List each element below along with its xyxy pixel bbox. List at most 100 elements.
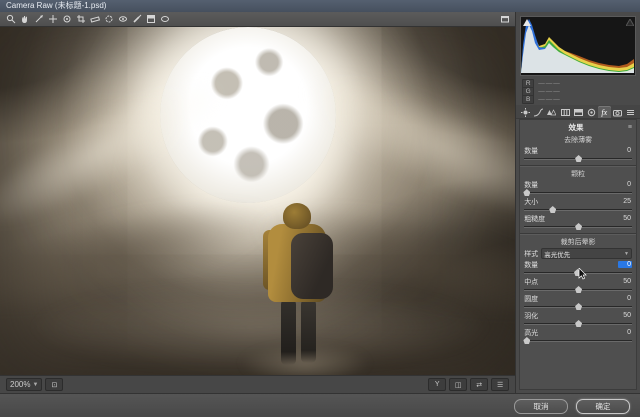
panel-menu-icon[interactable]: ≡ <box>628 124 632 131</box>
slider-value[interactable]: 50 <box>618 215 632 222</box>
slider-vignette-highlights: 高光 0 <box>524 328 632 344</box>
crop-tool-icon[interactable] <box>74 13 87 25</box>
toolbar <box>0 12 515 27</box>
tab-effects[interactable]: fx <box>598 106 611 118</box>
ok-button[interactable]: 确定 <box>576 399 630 414</box>
slider-value[interactable]: 25 <box>618 198 632 205</box>
zoom-fit-button[interactable]: ⊡ <box>45 378 63 391</box>
slider-vignette-roundness: 圆度 0 <box>524 294 632 310</box>
slider-thumb[interactable] <box>523 189 530 196</box>
slider-label: 数量 <box>524 146 538 156</box>
slider-track[interactable] <box>524 269 632 276</box>
slider-thumb[interactable] <box>549 206 556 213</box>
cancel-button[interactable]: 取消 <box>514 399 568 414</box>
highlight-clipping-icon[interactable] <box>625 18 634 26</box>
tab-hsl-grayscale[interactable] <box>558 106 571 118</box>
vignette-style-row: 样式 高光优先 ▼ <box>524 248 632 259</box>
zoom-tool-icon[interactable] <box>4 13 17 25</box>
slider-thumb[interactable] <box>575 155 582 162</box>
rgb-readout: R ——— G ——— B ——— <box>516 78 640 105</box>
slider-label: 大小 <box>524 197 538 207</box>
person-leg <box>281 299 296 365</box>
slider-label: 圆度 <box>524 294 538 304</box>
zoom-level-select[interactable]: 200% ▼ <box>6 378 42 391</box>
person-hood <box>283 203 311 229</box>
person-backpack <box>291 233 333 299</box>
slider-track[interactable] <box>524 155 632 162</box>
preview-swap-button[interactable]: ⇄ <box>470 378 488 391</box>
person-leg <box>301 299 316 363</box>
g-value: ——— <box>538 88 561 95</box>
slider-grain-amount: 数量 0 <box>524 180 632 196</box>
slider-thumb[interactable] <box>575 223 582 230</box>
radial-filter-tool-icon[interactable] <box>158 13 171 25</box>
slider-track[interactable] <box>524 286 632 293</box>
red-eye-tool-icon[interactable] <box>116 13 129 25</box>
white-balance-tool-icon[interactable] <box>32 13 45 25</box>
dialog-footer: 取消 确定 <box>0 393 640 417</box>
preview-split-button[interactable]: ◫ <box>449 378 467 391</box>
r-value: ——— <box>538 80 561 87</box>
shadow-clipping-icon[interactable] <box>522 18 531 26</box>
tab-tone-curve[interactable] <box>532 106 545 118</box>
slider-value[interactable]: 0 <box>618 329 632 336</box>
preview-settings-button[interactable]: ☰ <box>491 378 509 391</box>
b-label: B <box>522 95 534 104</box>
slider-vignette-amount: 数量 0 <box>524 260 632 276</box>
image-preview[interactable] <box>0 27 515 375</box>
slider-label: 高光 <box>524 328 538 338</box>
graduated-filter-tool-icon[interactable] <box>144 13 157 25</box>
preview-cycle-label: Y <box>435 381 440 388</box>
slider-track[interactable] <box>524 303 632 310</box>
tab-detail[interactable] <box>545 106 558 118</box>
vignette-style-select[interactable]: 高光优先 ▼ <box>541 248 632 259</box>
slider-track[interactable] <box>524 206 632 213</box>
panel-tabs: fx <box>516 105 640 119</box>
toggle-fullscreen-icon[interactable] <box>498 13 511 25</box>
tab-presets[interactable] <box>624 106 637 118</box>
hand-tool-icon[interactable] <box>18 13 31 25</box>
slider-track[interactable] <box>524 337 632 344</box>
title-bar: Camera Raw (未标题-1.psd) <box>0 0 640 12</box>
adjustments-panel: R ——— G ——— B ——— fx <box>515 12 640 393</box>
slider-track[interactable] <box>524 320 632 327</box>
preview-cycle-button[interactable]: Y <box>428 378 446 391</box>
chevron-down-icon: ▼ <box>32 382 38 388</box>
color-sampler-tool-icon[interactable] <box>46 13 59 25</box>
tab-basic[interactable] <box>519 106 532 118</box>
slider-track[interactable] <box>524 189 632 196</box>
slider-value-selected[interactable]: 0 <box>618 261 632 268</box>
camera-raw-dialog: Camera Raw (未标题-1.psd) <box>0 0 640 417</box>
slider-track[interactable] <box>524 223 632 230</box>
slider-vignette-midpoint: 中点 50 <box>524 277 632 293</box>
straighten-tool-icon[interactable] <box>88 13 101 25</box>
slider-value[interactable]: 0 <box>618 147 632 154</box>
slider-label: 数量 <box>524 180 538 190</box>
slider-value[interactable]: 50 <box>618 312 632 319</box>
slider-label: 中点 <box>524 277 538 287</box>
targeted-adjustment-tool-icon[interactable] <box>60 13 73 25</box>
histogram-plot <box>521 17 634 73</box>
section-title-grain: 颗粒 <box>524 169 632 179</box>
slider-thumb[interactable] <box>523 337 530 344</box>
slider-thumb[interactable] <box>575 286 582 293</box>
rgb-row-g: G ——— <box>522 87 634 95</box>
slider-thumb[interactable] <box>575 320 582 327</box>
spot-removal-tool-icon[interactable] <box>102 13 115 25</box>
slider-thumb[interactable] <box>575 303 582 310</box>
style-label: 样式 <box>524 249 538 259</box>
adjustment-brush-tool-icon[interactable] <box>130 13 143 25</box>
fx-icon: fx <box>601 108 607 117</box>
tab-split-toning[interactable] <box>572 106 585 118</box>
slider-label: 粗糙度 <box>524 214 545 224</box>
slider-thumb[interactable] <box>574 269 581 276</box>
histogram[interactable] <box>520 16 636 76</box>
slider-dehaze-amount: 数量 0 <box>524 146 632 162</box>
tab-lens-corrections[interactable] <box>585 106 598 118</box>
slider-value[interactable]: 0 <box>618 181 632 188</box>
section-title-vignette: 裁剪后晕影 <box>524 237 632 247</box>
tab-camera-calibration[interactable] <box>611 106 624 118</box>
slider-value[interactable]: 0 <box>618 295 632 302</box>
slider-value[interactable]: 50 <box>618 278 632 285</box>
rgb-row-r: R ——— <box>522 79 634 87</box>
